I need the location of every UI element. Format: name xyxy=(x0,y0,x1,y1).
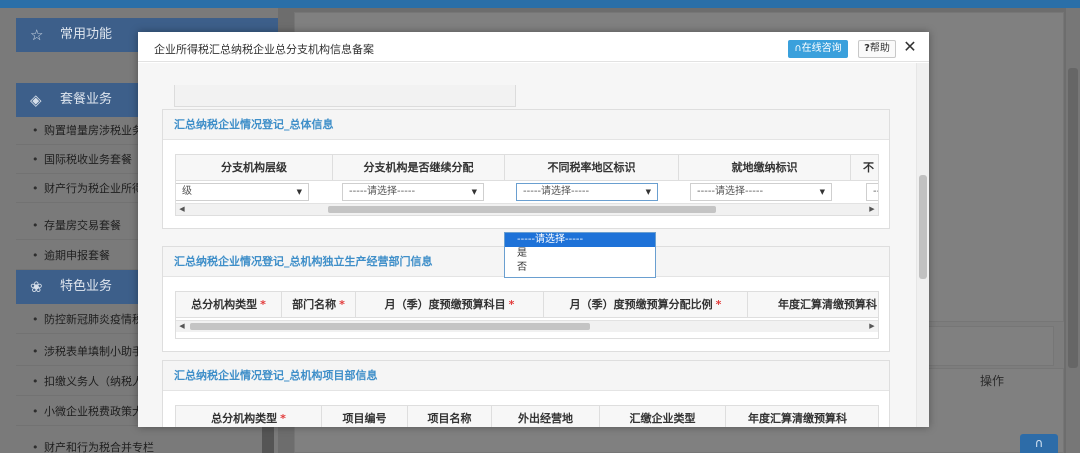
required-marker: * xyxy=(339,298,345,311)
required-marker: * xyxy=(508,298,515,311)
overall-info-grid: 分支机构层级 分支机构是否继续分配 不同税率地区标识 就地缴纳标识 不 级 ▼ -… xyxy=(175,154,879,216)
branch-level-select[interactable]: 级 ▼ xyxy=(176,183,309,201)
grid-header: 总分机构类型 * 部门名称 * 月（季）度预缴预算科目 * 月（季）度预缴预算分配比例… xyxy=(176,292,878,318)
table-row: 级 ▼ -----请选择----- ▼ -----请选择----- ▼ -----请选… xyxy=(176,181,878,203)
column-header: 不 xyxy=(863,161,874,174)
bullet-icon: • xyxy=(32,124,39,137)
horizontal-scrollbar[interactable]: ◀ ▶ xyxy=(176,320,878,332)
grid-header: 分支机构层级 分支机构是否继续分配 不同税率地区标识 就地缴纳标识 不 xyxy=(176,155,878,181)
caret-down-icon: ▼ xyxy=(471,188,477,196)
sidebar-section-label: 套餐业务 xyxy=(60,92,113,107)
bullet-icon: • xyxy=(32,219,39,232)
dialog-scrollbar-thumb[interactable] xyxy=(919,175,927,279)
column-header: 总分机构类型 * xyxy=(176,292,282,318)
star-icon: ☆ xyxy=(30,26,44,44)
caret-down-icon: ▼ xyxy=(645,188,651,196)
required-marker: * xyxy=(260,298,266,311)
column-header: 分支机构是否继续分配 xyxy=(333,155,505,181)
column-header: 年度汇算清缴预算科 xyxy=(748,412,847,425)
column-header: 外出经营地 xyxy=(492,406,600,427)
bullet-icon: • xyxy=(32,345,39,358)
panel-title: 汇总纳税企业情况登记_总体信息 xyxy=(163,110,889,140)
filing-dialog: 企业所得税汇总纳税企业总分支机构信息备案 ∩在线咨询 ?帮助 ✕ 汇总纳税企业情… xyxy=(138,32,929,427)
headset-button[interactable]: ∩ xyxy=(1020,434,1058,453)
cluster-icon: ❀ xyxy=(30,278,43,296)
dropdown-option[interactable]: 否 xyxy=(505,261,655,275)
next-column-select[interactable]: --- xyxy=(866,183,878,201)
page-scrollbar[interactable] xyxy=(1066,8,1080,453)
bullet-icon: • xyxy=(32,441,39,453)
operation-header: 操作 xyxy=(980,374,1005,388)
bullet-icon: • xyxy=(32,249,39,262)
scroll-left-icon[interactable]: ◀ xyxy=(176,321,188,332)
dialog-header: 企业所得税汇总纳税企业总分支机构信息备案 ∩在线咨询 ?帮助 ✕ xyxy=(138,32,929,62)
column-header: 项目编号 xyxy=(322,406,408,427)
column-header: 不同税率地区标识 xyxy=(505,155,679,181)
continue-allocation-select[interactable]: -----请选择----- ▼ xyxy=(342,183,484,201)
required-marker: * xyxy=(715,298,722,311)
help-button[interactable]: ?帮助 xyxy=(858,40,896,58)
required-marker: * xyxy=(280,412,286,425)
column-header: 分支机构层级 xyxy=(176,155,333,181)
column-header: 项目名称 xyxy=(408,406,492,427)
scroll-right-icon[interactable]: ▶ xyxy=(866,204,878,215)
grid-header: 总分机构类型 * 项目编号 项目名称 外出经营地 汇缴企业类型 年度汇算清缴预算科 xyxy=(176,406,878,427)
dialog-body: 汇总纳税企业情况登记_总体信息 分支机构层级 分支机构是否继续分配 不同税率地区… xyxy=(138,63,916,427)
bullet-icon: • xyxy=(32,313,39,326)
column-header: 部门名称 * xyxy=(282,292,356,318)
local-payment-select[interactable]: -----请选择----- ▼ xyxy=(690,183,832,201)
headset-icon: ∩ xyxy=(794,43,802,54)
independent-dept-grid: 总分机构类型 * 部门名称 * 月（季）度预缴预算科目 * 月（季）度预缴预算分配比例… xyxy=(175,291,879,339)
page-scrollbar-thumb[interactable] xyxy=(1068,68,1078,368)
scroll-right-icon[interactable]: ▶ xyxy=(866,321,878,332)
panel-overall-info: 汇总纳税企业情况登记_总体信息 分支机构层级 分支机构是否继续分配 不同税率地区… xyxy=(162,109,890,229)
bullet-icon: • xyxy=(32,182,39,195)
column-header: 汇缴企业类型 xyxy=(600,406,726,427)
scrollbar-thumb[interactable] xyxy=(328,206,716,213)
bullet-icon: • xyxy=(32,405,39,418)
bullet-icon: • xyxy=(32,153,39,166)
project-dept-grid: 总分机构类型 * 项目编号 项目名称 外出经营地 汇缴企业类型 年度汇算清缴预算科 xyxy=(175,405,879,427)
bullet-icon: • xyxy=(32,375,39,388)
horizontal-scrollbar[interactable]: ◀ ▶ xyxy=(176,203,878,215)
stack-icon: ◈ xyxy=(30,91,42,109)
column-header: 年度汇算清缴预算科 xyxy=(778,298,877,311)
sidebar-item[interactable]: • 财产和行为税合并专栏 xyxy=(16,434,278,453)
scroll-left-icon[interactable]: ◀ xyxy=(176,204,188,215)
dialog-scrollbar[interactable] xyxy=(916,63,929,427)
sidebar-section-label: 常用功能 xyxy=(60,27,113,42)
close-icon[interactable]: ✕ xyxy=(902,37,918,57)
panel-project-dept: 汇总纳税企业情况登记_总机构项目部信息 总分机构类型 * 项目编号 项目名称 外出… xyxy=(162,360,890,427)
scrollbar-thumb[interactable] xyxy=(190,323,590,330)
panel-title: 汇总纳税企业情况登记_总机构项目部信息 xyxy=(163,361,889,391)
caret-down-icon: ▼ xyxy=(819,188,825,196)
tax-rate-region-select[interactable]: -----请选择----- ▼ xyxy=(516,183,658,201)
caret-down-icon: ▼ xyxy=(296,188,302,196)
previous-section-button[interactable] xyxy=(174,85,516,107)
dropdown-option[interactable]: 是 xyxy=(505,247,655,261)
online-consult-button[interactable]: ∩在线咨询 xyxy=(788,40,848,58)
dropdown-option[interactable]: -----请选择----- xyxy=(505,233,655,247)
top-banner xyxy=(0,0,1080,8)
headset-icon: ∩ xyxy=(1034,436,1044,450)
column-header: 就地缴纳标识 xyxy=(679,155,851,181)
column-header: 总分机构类型 * xyxy=(176,406,322,427)
content-card xyxy=(914,326,1054,366)
dialog-title: 企业所得税汇总纳税企业总分支机构信息备案 xyxy=(154,43,374,56)
tax-rate-region-dropdown[interactable]: -----请选择----- 是 否 xyxy=(504,232,656,278)
sidebar-section-label: 特色业务 xyxy=(60,279,113,294)
column-header: 月（季）度预缴预算科目 * xyxy=(356,292,544,318)
column-header: 月（季）度预缴预算分配比例 * xyxy=(544,292,748,318)
